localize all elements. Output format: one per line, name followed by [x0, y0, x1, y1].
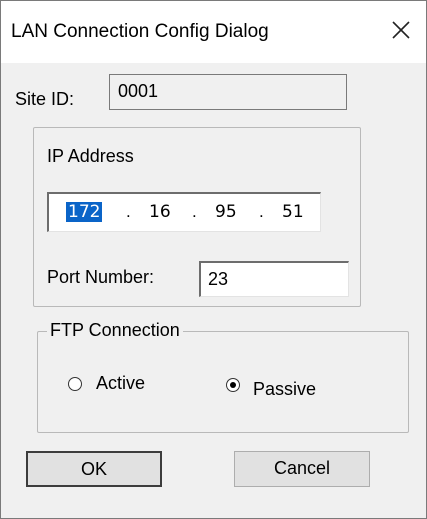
passive-radio[interactable] — [226, 378, 240, 392]
port-number-value: 23 — [208, 269, 229, 289]
active-radio-label[interactable]: Active — [96, 373, 145, 394]
ftp-connection-label: FTP Connection — [47, 320, 183, 341]
cancel-button[interactable]: Cancel — [234, 451, 370, 487]
ip-address-input[interactable]: 172 . 16 . 95 . 51 — [47, 192, 321, 232]
site-id-field[interactable]: 0001 — [109, 74, 347, 110]
ip-address-label: IP Address — [47, 146, 134, 166]
port-number-label: Port Number: — [47, 267, 155, 287]
lan-config-dialog: LAN Connection Config Dialog Site ID: 00… — [0, 0, 427, 519]
close-icon[interactable] — [386, 15, 416, 45]
ip-octet-3[interactable]: 95 — [215, 202, 237, 222]
close-icon-graphic — [392, 21, 410, 39]
passive-radio-label[interactable]: Passive — [253, 379, 316, 400]
ip-octet-1[interactable]: 172 — [66, 202, 103, 222]
ok-button[interactable]: OK — [26, 451, 162, 487]
active-radio[interactable] — [68, 377, 82, 391]
site-id-value: 0001 — [118, 81, 159, 101]
radio-selected-dot — [230, 382, 236, 388]
port-number-field[interactable]: 23 — [199, 261, 349, 297]
ip-separator: . — [126, 202, 131, 221]
ftp-connection-group — [37, 331, 409, 433]
ip-octet-4[interactable]: 51 — [282, 202, 304, 222]
dialog-title: LAN Connection Config Dialog — [11, 21, 269, 42]
ip-separator: . — [192, 202, 197, 221]
title-bar[interactable]: LAN Connection Config Dialog — [1, 1, 426, 63]
site-id-label: Site ID: — [15, 89, 75, 109]
ip-octet-2[interactable]: 16 — [149, 202, 171, 222]
ip-separator: . — [259, 202, 264, 221]
